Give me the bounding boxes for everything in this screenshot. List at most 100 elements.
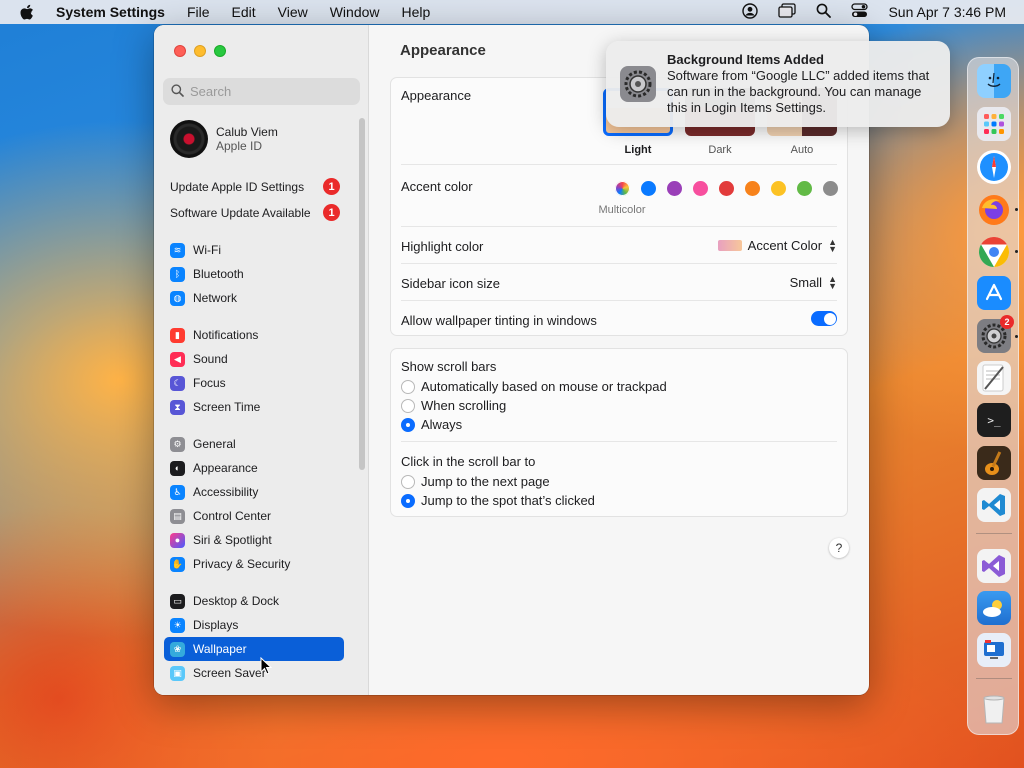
sidebar-item-label: Accessibility	[193, 485, 259, 499]
search-input[interactable]	[190, 84, 350, 99]
mouse-cursor-icon	[260, 656, 273, 678]
firefox-running-indicator	[1015, 208, 1018, 211]
accent-blue-swatch[interactable]	[641, 181, 656, 196]
scroll-option-when-scrolling[interactable]: When scrolling	[401, 398, 506, 413]
apple-id-profile[interactable]: Calub Viem Apple ID	[170, 120, 278, 158]
menu-file[interactable]: File	[187, 4, 210, 20]
accent-pink-swatch[interactable]	[693, 181, 708, 196]
sidebar-item-desktop-dock[interactable]: ▭ Desktop & Dock	[164, 589, 344, 613]
sidebar-item-control-center[interactable]: ▤ Control Center	[164, 504, 344, 528]
globe-icon: ◍	[170, 290, 185, 306]
sidebar-item-accessibility[interactable]: ♿ Accessibility	[164, 480, 344, 504]
dock-separator	[976, 533, 1012, 534]
remote-desktop-icon[interactable]	[977, 633, 1011, 667]
sidebar-scrollbar[interactable]	[359, 118, 365, 470]
menu-view[interactable]: View	[278, 4, 308, 20]
sidebar: Calub Viem Apple ID Update Apple ID Sett…	[154, 25, 369, 695]
menu-app-name[interactable]: System Settings	[56, 4, 165, 20]
click-option-spot-clicked[interactable]: Jump to the spot that’s clicked	[401, 493, 595, 508]
sidebar-item-siri-spotlight[interactable]: ● Siri & Spotlight	[164, 528, 344, 552]
radio-button[interactable]	[401, 474, 415, 489]
safari-icon[interactable]	[977, 150, 1011, 184]
radio-button[interactable]	[401, 417, 415, 432]
settings-running-indicator	[1015, 335, 1018, 338]
textedit-icon[interactable]	[977, 361, 1011, 395]
sidebar-icon-size-select[interactable]: Small ▲ ▼	[790, 274, 837, 290]
sidebar-item-displays[interactable]: ☀ Displays	[164, 613, 344, 637]
sidebar-item-network[interactable]: ◍ Network	[164, 286, 344, 310]
sidebar-item-screen-saver[interactable]: ▣ Screen Saver	[164, 661, 344, 685]
chevron-up-down-icon: ▲ ▼	[828, 236, 837, 254]
accent-green-swatch[interactable]	[797, 181, 812, 196]
close-button[interactable]	[174, 45, 186, 57]
avatar	[170, 120, 208, 158]
sidebar-item-wifi[interactable]: ≋ Wi-Fi	[164, 238, 344, 262]
menu-bar: System Settings File Edit View Window He…	[0, 0, 1024, 24]
firefox-icon[interactable]	[977, 193, 1011, 227]
menu-clock[interactable]: Sun Apr 7 3:46 PM	[888, 4, 1006, 20]
vscode-icon[interactable]	[977, 488, 1011, 522]
accent-multicolor-swatch[interactable]	[615, 181, 630, 196]
sidebar-item-label: Control Center	[193, 509, 272, 523]
minimize-button[interactable]	[194, 45, 206, 57]
radio-button[interactable]	[401, 398, 415, 413]
siri-icon: ●	[170, 532, 185, 548]
sidebar-search[interactable]	[163, 78, 360, 105]
app-store-icon[interactable]	[977, 276, 1011, 310]
wallpaper-tinting-toggle[interactable]	[811, 311, 837, 326]
settings-badge: 2	[1000, 315, 1014, 329]
zoom-button[interactable]	[214, 45, 226, 57]
radio-button[interactable]	[401, 379, 415, 394]
scroll-option-always[interactable]: Always	[401, 417, 462, 432]
sidebar-item-appearance[interactable]: ◐ Appearance	[164, 456, 344, 480]
finder-icon[interactable]	[977, 64, 1011, 98]
sidebar-item-sound[interactable]: ◀ Sound	[164, 347, 344, 371]
sidebar-item-label: Wallpaper	[193, 642, 247, 656]
weather-icon[interactable]	[977, 591, 1011, 625]
update-apple-id-settings-item[interactable]: Update Apple ID Settings 1	[170, 178, 340, 195]
sidebar-item-label: Bluetooth	[193, 267, 244, 281]
click-option-next-page[interactable]: Jump to the next page	[401, 474, 550, 489]
software-update-available-item[interactable]: Software Update Available 1	[170, 204, 340, 221]
highlight-color-select[interactable]: Accent Color ▲ ▼	[717, 236, 837, 254]
chrome-running-indicator	[1015, 250, 1018, 253]
control-center-icon[interactable]	[851, 3, 869, 21]
user-account-icon[interactable]	[742, 2, 759, 22]
accent-red-swatch[interactable]	[719, 181, 734, 196]
scroll-option-automatic[interactable]: Automatically based on mouse or trackpad	[401, 379, 667, 394]
bluetooth-icon: ᛒ	[170, 266, 185, 282]
wifi-icon: ≋	[170, 242, 185, 258]
visual-studio-icon[interactable]	[977, 549, 1011, 583]
terminal-icon[interactable]: >_	[977, 403, 1011, 437]
accent-purple-swatch[interactable]	[667, 181, 682, 196]
garageband-icon[interactable]	[977, 446, 1011, 480]
sidebar-item-label: Screen Time	[193, 400, 261, 414]
help-button[interactable]: ?	[829, 538, 849, 558]
screen-mirroring-icon[interactable]	[778, 3, 797, 21]
radio-button[interactable]	[401, 493, 415, 508]
menu-edit[interactable]: Edit	[232, 4, 256, 20]
spotlight-search-icon[interactable]	[816, 3, 832, 21]
sidebar-item-notifications[interactable]: ▮ Notifications	[164, 323, 344, 347]
background-items-notification[interactable]: Background Items Added Software from “Go…	[606, 41, 950, 127]
trash-icon[interactable]	[977, 692, 1011, 726]
search-icon	[171, 83, 184, 100]
accent-graphite-swatch[interactable]	[823, 181, 838, 196]
accent-orange-swatch[interactable]	[745, 181, 760, 196]
sidebar-icon-size-label: Sidebar icon size	[401, 276, 500, 291]
launchpad-icon[interactable]	[977, 107, 1011, 141]
divider	[401, 263, 837, 264]
sidebar-item-wallpaper[interactable]: ❀ Wallpaper	[164, 637, 344, 661]
accent-yellow-swatch[interactable]	[771, 181, 786, 196]
sidebar-item-screen-time[interactable]: ⧗ Screen Time	[164, 395, 344, 419]
menu-help[interactable]: Help	[402, 4, 431, 20]
apple-menu-icon[interactable]	[18, 4, 34, 20]
sidebar-item-general[interactable]: ⚙ General	[164, 432, 344, 456]
menu-window[interactable]: Window	[330, 4, 380, 20]
sidebar-item-privacy-security[interactable]: ✋ Privacy & Security	[164, 552, 344, 576]
sidebar-item-focus[interactable]: ☾ Focus	[164, 371, 344, 395]
alert-label: Update Apple ID Settings	[170, 179, 305, 194]
display-icon: ☀	[170, 617, 185, 633]
sidebar-item-bluetooth[interactable]: ᛒ Bluetooth	[164, 262, 344, 286]
chrome-icon[interactable]	[977, 235, 1011, 269]
